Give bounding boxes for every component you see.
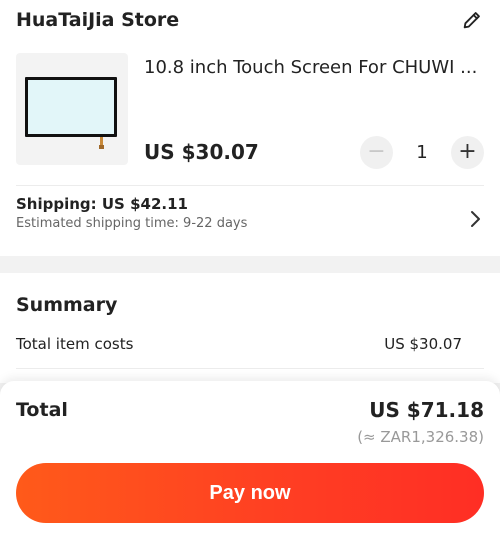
product-title[interactable]: 10.8 inch Touch Screen For CHUWI ... bbox=[144, 57, 484, 78]
shipping-row[interactable]: Shipping: US $42.11 Estimated shipping t… bbox=[16, 195, 484, 247]
item-costs-row: Total item costs US $30.07 bbox=[16, 335, 462, 353]
quantity-value: 1 bbox=[416, 141, 428, 163]
total-value: US $71.18 bbox=[369, 398, 484, 422]
order-card: HuaTaiJia Store 10.8 inch Touch Screen F… bbox=[0, 0, 500, 256]
store-header: HuaTaiJia Store bbox=[16, 0, 484, 40]
summary-card: Summary Total item costs US $30.07 bbox=[0, 273, 500, 383]
item-costs-label: Total item costs bbox=[16, 335, 134, 353]
shipping-estimate: Estimated shipping time: 9-22 days bbox=[16, 216, 248, 231]
total-converted: (≈ ZAR1,326.38) bbox=[357, 428, 484, 446]
total-label: Total bbox=[16, 399, 68, 421]
pencil-icon[interactable] bbox=[460, 8, 484, 32]
divider bbox=[16, 368, 484, 369]
quantity-stepper: − 1 + bbox=[360, 135, 484, 169]
increase-quantity-button[interactable]: + bbox=[450, 135, 484, 169]
divider bbox=[16, 185, 484, 186]
decrease-quantity-button[interactable]: − bbox=[360, 135, 393, 169]
store-name[interactable]: HuaTaiJia Store bbox=[16, 9, 179, 31]
product-image[interactable] bbox=[16, 53, 128, 165]
item-costs-value: US $30.07 bbox=[384, 335, 462, 353]
summary-title: Summary bbox=[16, 294, 118, 316]
checkout-footer: Total US $71.18 (≈ ZAR1,326.38) Pay now bbox=[0, 381, 500, 534]
shipping-cost: Shipping: US $42.11 bbox=[16, 195, 188, 213]
pay-now-button[interactable]: Pay now bbox=[16, 463, 484, 523]
product-price: US $30.07 bbox=[144, 140, 259, 164]
chevron-right-icon[interactable] bbox=[468, 209, 482, 229]
